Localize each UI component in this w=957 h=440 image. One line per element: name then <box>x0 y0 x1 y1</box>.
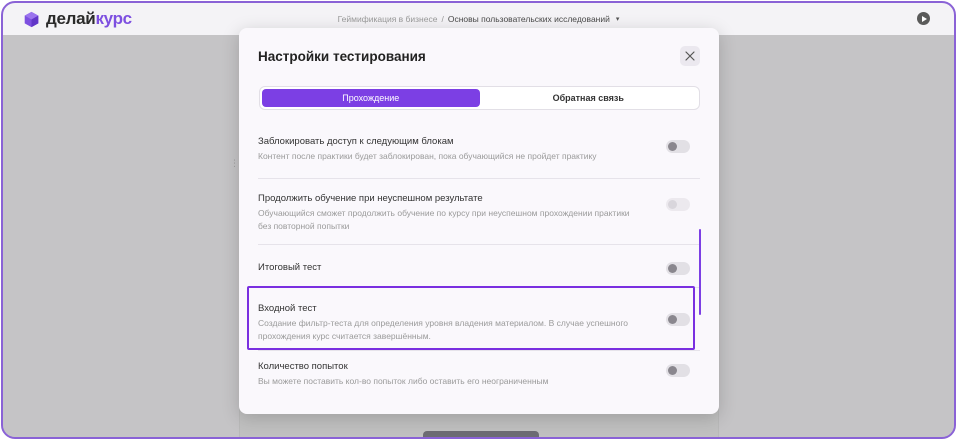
tab-feedback[interactable]: Обратная связь <box>480 89 698 107</box>
setting-title: Итоговый тест <box>258 262 322 273</box>
tab-passing[interactable]: Прохождение <box>262 89 480 107</box>
setting-continue-on-fail: Продолжить обучение при неуспешном резул… <box>258 179 700 245</box>
setting-description: Обучающийся сможет продолжить обучение п… <box>258 208 630 231</box>
setting-description: Контент после практики будет заблокирова… <box>258 151 597 161</box>
settings-list: Заблокировать доступ к следующим блокам … <box>258 124 700 391</box>
setting-title: Количество попыток <box>258 361 348 372</box>
chevron-down-icon[interactable]: ▾ <box>616 15 620 23</box>
final-test-toggle[interactable] <box>666 262 690 275</box>
logo[interactable]: делайкурс <box>23 9 132 29</box>
cube-logo-icon <box>24 11 39 27</box>
settings-tabs: Прохождение Обратная связь <box>259 86 700 110</box>
setting-title: Продолжить обучение при неуспешном резул… <box>258 193 483 204</box>
breadcrumb-current[interactable]: Основы пользовательских исследований <box>448 14 610 24</box>
attempts-toggle[interactable] <box>666 364 690 377</box>
play-icon[interactable] <box>917 12 930 25</box>
block-next-toggle[interactable] <box>666 140 690 153</box>
setting-title: Заблокировать доступ к следующим блокам <box>258 136 454 147</box>
setting-attempts: Количество попыток Вы можете поставить к… <box>258 351 700 391</box>
setting-description: Создание фильтр-теста для определения ур… <box>258 318 628 341</box>
setting-block-next: Заблокировать доступ к следующим блокам … <box>258 124 700 179</box>
close-icon <box>685 51 695 61</box>
continue-on-fail-toggle[interactable] <box>666 198 690 211</box>
breadcrumb-separator: / <box>441 14 444 24</box>
setting-final-test: Итоговый тест <box>258 245 700 288</box>
setting-entry-test: Входной тест Создание фильтр-теста для о… <box>258 288 700 351</box>
testing-settings-modal: Настройки тестирования Прохождение Обрат… <box>239 28 719 414</box>
setting-description: Вы можете поставить кол-во попыток либо … <box>258 376 549 386</box>
modal-scrollbar[interactable] <box>699 229 701 315</box>
logo-text-part1: делай <box>46 9 96 28</box>
setting-title: Входной тест <box>258 303 317 314</box>
logo-text-part2: курс <box>95 9 132 28</box>
modal-title: Настройки тестирования <box>258 49 426 64</box>
entry-test-toggle[interactable] <box>666 313 690 326</box>
logo-text: делайкурс <box>46 9 132 29</box>
close-button[interactable] <box>680 46 700 66</box>
breadcrumb-parent[interactable]: Геймификация в бизнесе <box>338 14 438 24</box>
